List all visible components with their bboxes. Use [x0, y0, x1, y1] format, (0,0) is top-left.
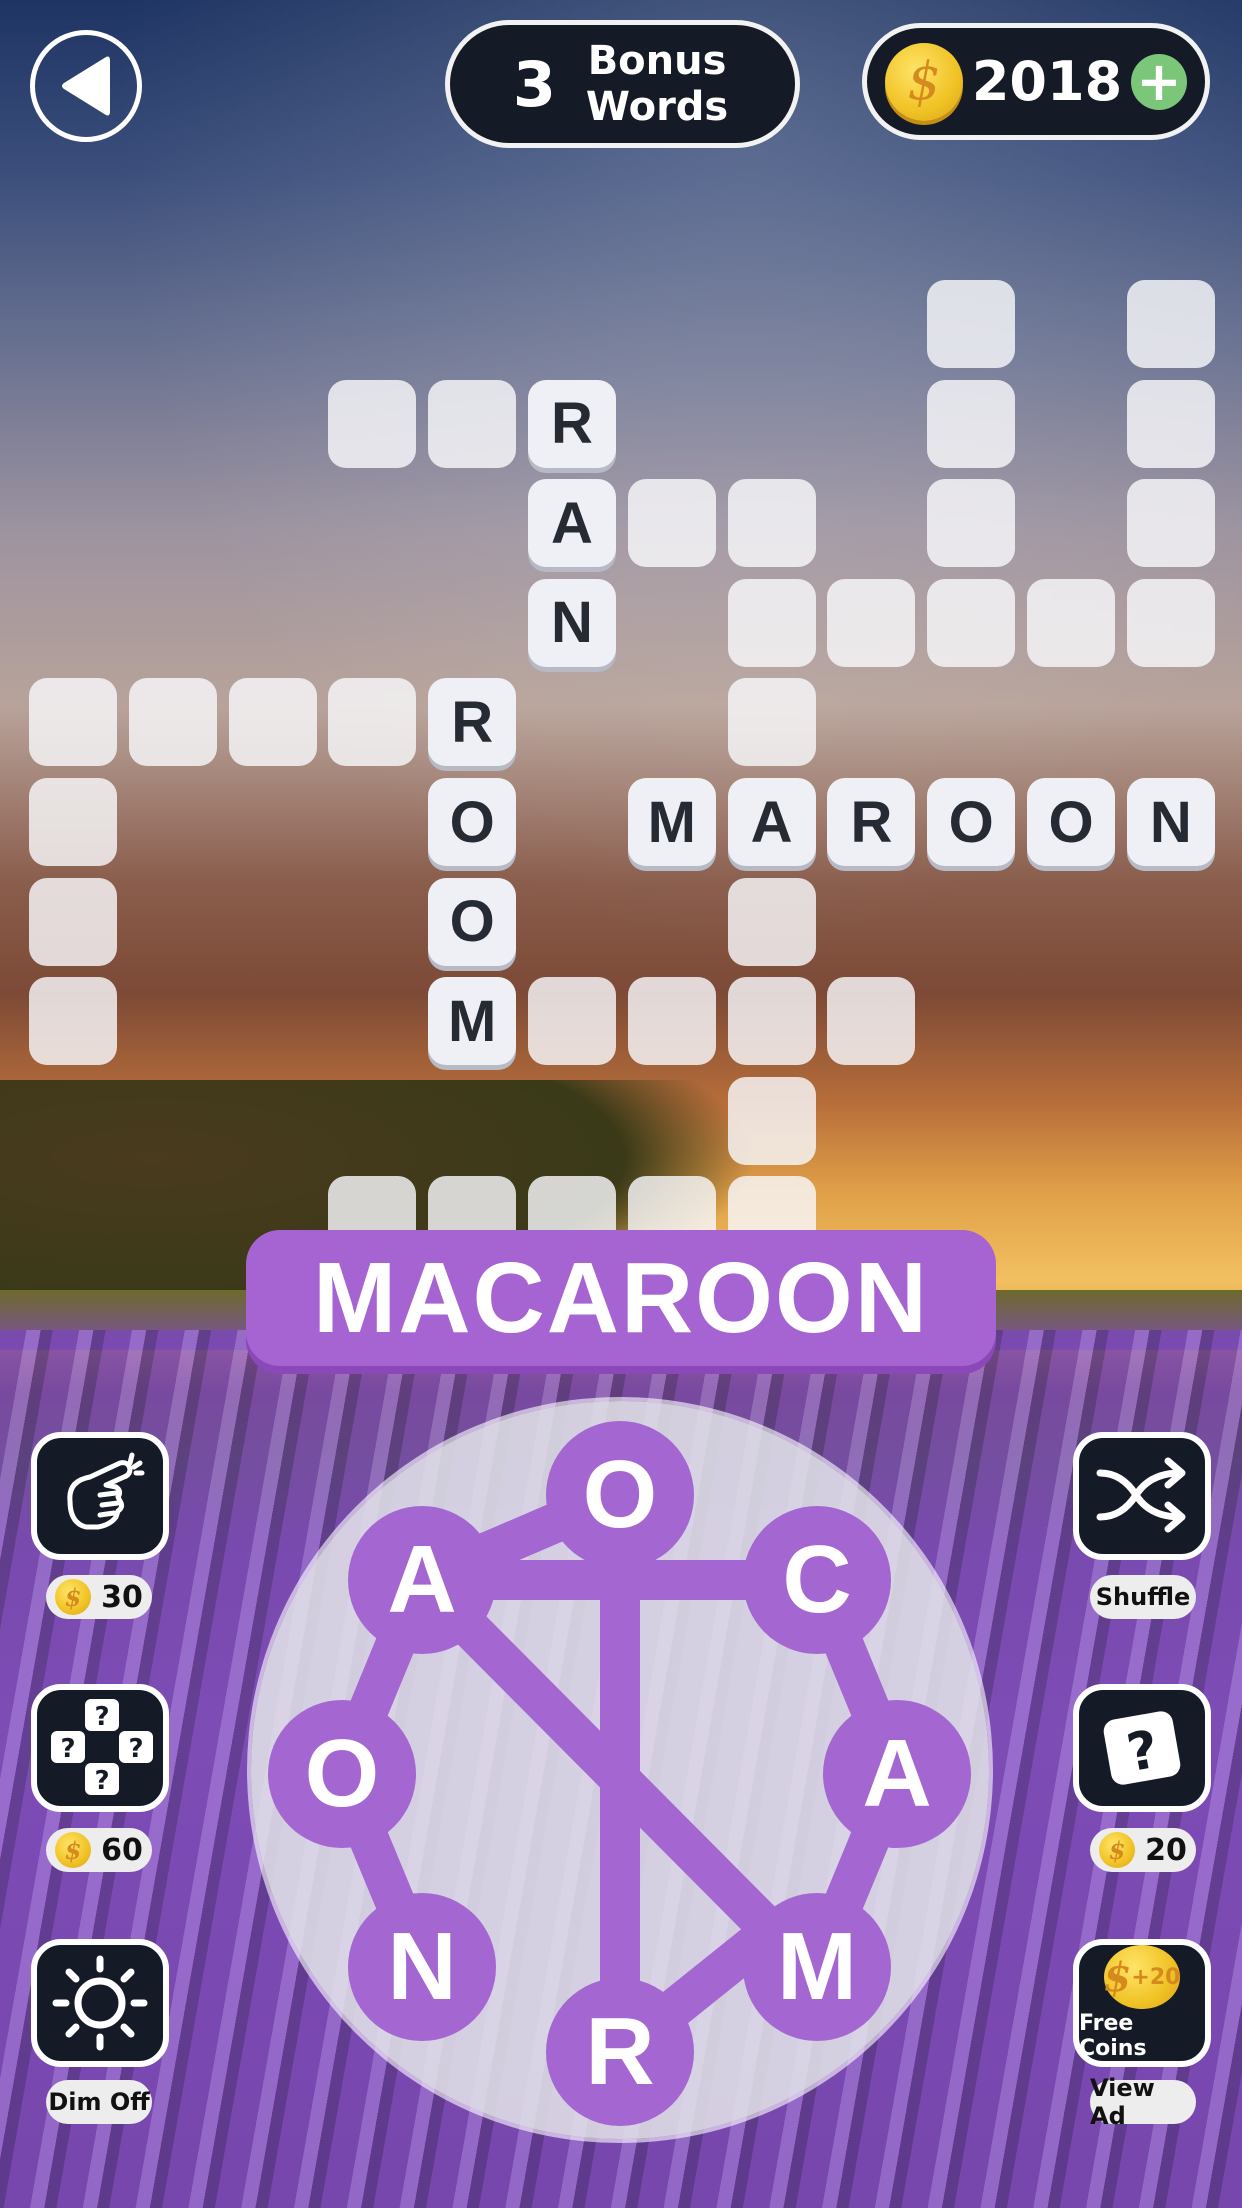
grid-cell-filled: N — [1126, 778, 1215, 866]
grid-cell-empty — [1126, 379, 1215, 468]
hint-cost-value: 30 — [101, 1579, 143, 1615]
back-button[interactable] — [30, 30, 142, 142]
path-line — [402, 1560, 791, 1951]
grid-cell-empty — [927, 578, 1016, 667]
bonus-words-label: Bonus Words — [582, 38, 732, 130]
multi-hint-cost: $ 60 — [46, 1828, 152, 1872]
dollar-glyph: $ — [1103, 1953, 1132, 2001]
grid-cell-filled: M — [627, 778, 716, 866]
grid-cell-empty — [627, 479, 716, 568]
grid-cell-filled: O — [428, 778, 517, 866]
plus-icon[interactable]: + — [1130, 53, 1187, 110]
grid-cell-empty — [827, 977, 916, 1066]
current-word-banner: MACAROON — [246, 1230, 996, 1366]
grid-cell-empty — [927, 379, 1016, 468]
grid-cell-filled: O — [428, 877, 517, 966]
view-ad-label: View Ad — [1090, 2074, 1196, 2130]
wheel-letter[interactable]: R — [546, 1978, 694, 2126]
wheel-letter[interactable]: M — [743, 1893, 891, 2041]
reveal-cost: $ 20 — [1090, 1828, 1196, 1872]
wheel-letter[interactable]: A — [348, 1506, 496, 1654]
free-coins-label: Free Coins — [1079, 2011, 1147, 2061]
svg-text:?: ? — [94, 1702, 109, 1732]
letter-wheel[interactable]: O C A M R N O A — [251, 1401, 989, 2139]
grid-cell-empty — [727, 678, 816, 767]
grid-cell-filled: R — [428, 678, 517, 767]
grid-cell-empty — [727, 977, 816, 1066]
background-sky-rays — [0, 0, 1242, 1100]
grid-cell-empty — [328, 678, 417, 767]
grid-cell-empty — [1027, 578, 1115, 667]
coin-icon: $ — [55, 1832, 92, 1868]
grid-cell-filled: A — [528, 479, 616, 568]
shuffle-button[interactable] — [1073, 1432, 1211, 1560]
dim-button[interactable] — [31, 1939, 169, 2067]
reveal-cost-value: 20 — [1145, 1832, 1187, 1868]
dollar-coin-icon: $ — [885, 42, 963, 121]
grid-cell-filled: O — [1027, 778, 1115, 866]
wheel-letter[interactable]: O — [546, 1421, 694, 1569]
coin-count: 2018 — [971, 50, 1123, 113]
grid-cell-empty — [727, 578, 816, 667]
tap-finger-icon — [67, 1452, 145, 1530]
grid-cell-filled: A — [727, 778, 816, 866]
question-card-icon: ? — [1103, 1711, 1181, 1785]
grid-cell-empty — [727, 877, 816, 966]
grid-cell-filled: R — [827, 778, 916, 866]
grid-cell-empty — [29, 977, 117, 1066]
multi-hint-button[interactable]: ???? — [31, 1684, 169, 1812]
bonus-words-button[interactable]: 3 Bonus Words — [445, 20, 800, 148]
svg-text:?: ? — [60, 1734, 75, 1764]
grid-cell-empty — [29, 877, 117, 966]
grid-cell-empty — [428, 379, 517, 468]
shuffle-icon — [1096, 1457, 1186, 1533]
dim-label: Dim Off — [46, 2080, 152, 2124]
grid-cell-empty — [528, 977, 616, 1066]
wheel-letter[interactable]: C — [743, 1506, 891, 1654]
grid-cell-empty — [1126, 479, 1215, 568]
free-coins-button[interactable]: $ +20 Free Coins — [1073, 1939, 1211, 2067]
grid-cell-empty — [128, 678, 217, 767]
svg-text:?: ? — [128, 1734, 143, 1764]
grid-cell-empty — [927, 280, 1016, 368]
grid-cell-empty — [727, 1076, 816, 1165]
bonus-words-label-text: Bonus Words — [585, 38, 729, 130]
grid-cell-empty — [228, 678, 317, 767]
grid-cell-empty — [827, 578, 916, 667]
wheel-letter[interactable]: A — [823, 1700, 971, 1848]
shuffle-label: Shuffle — [1090, 1575, 1196, 1619]
grid-cell-empty — [1126, 280, 1215, 368]
grid-cell-empty — [328, 379, 417, 468]
hint-button[interactable] — [31, 1432, 169, 1560]
grid-cell-empty — [29, 678, 117, 767]
svg-text:?: ? — [94, 1766, 109, 1796]
coin-plus-icon: $ +20 — [1104, 1945, 1180, 2009]
hint-cost: $ 30 — [46, 1575, 152, 1619]
grid-cell-filled: O — [927, 778, 1016, 866]
question-tiles-icon: ???? — [51, 1699, 153, 1796]
wheel-letter[interactable]: O — [268, 1700, 416, 1848]
coin-balance: $ 2018 + — [862, 23, 1210, 140]
back-arrow-icon — [62, 56, 110, 116]
grid-cell-empty — [727, 479, 816, 568]
grid-cell-empty — [1126, 578, 1215, 667]
multi-hint-cost-value: 60 — [101, 1832, 143, 1868]
grid-cell-filled: R — [528, 379, 616, 468]
grid-cell-empty — [29, 778, 117, 866]
coin-icon: $ — [55, 1579, 92, 1615]
grid-cell-empty — [927, 479, 1016, 568]
reveal-button[interactable]: ? — [1073, 1684, 1211, 1812]
grid-cell-filled: M — [428, 977, 517, 1066]
sun-icon — [52, 1955, 148, 2051]
grid-cell-empty — [627, 977, 716, 1066]
grid-cell-filled: N — [528, 578, 616, 667]
coin-icon: $ — [1099, 1832, 1136, 1868]
wheel-letter[interactable]: N — [348, 1893, 496, 2041]
free-coins-amount: +20 — [1131, 1964, 1181, 1990]
bonus-words-count: 3 — [512, 47, 557, 121]
